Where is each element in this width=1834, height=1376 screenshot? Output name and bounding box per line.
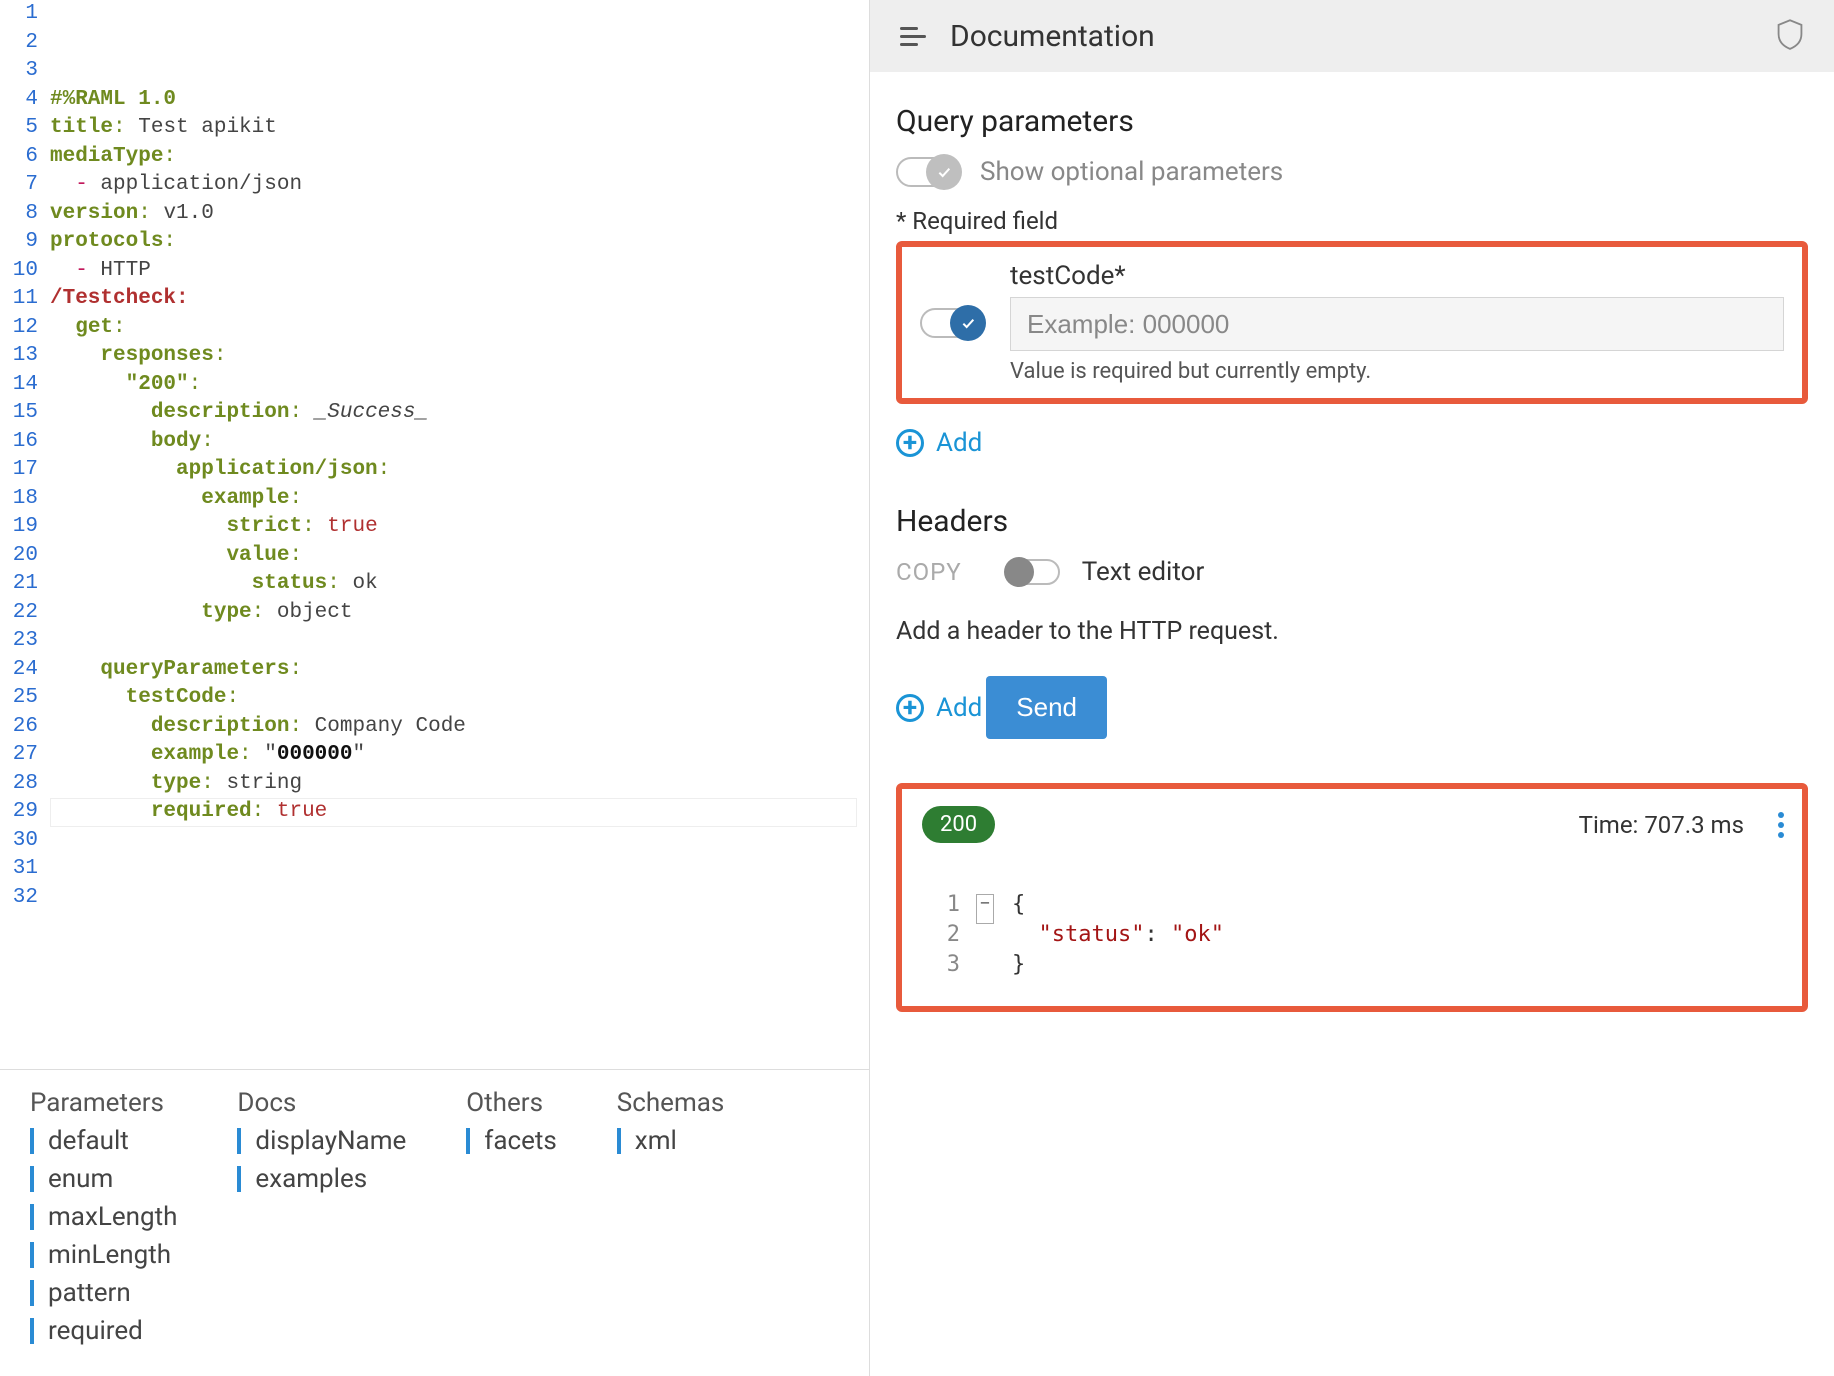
shelf-column-title: Others [466, 1088, 557, 1118]
shelf-column-title: Schemas [617, 1088, 725, 1118]
shelf-item[interactable]: minLength [30, 1240, 177, 1270]
send-button[interactable]: Send [986, 676, 1107, 739]
show-optional-toggle[interactable] [896, 157, 958, 187]
field-label: testCode* [1010, 261, 1784, 291]
shelf-item[interactable]: pattern [30, 1278, 177, 1308]
response-lines: − { "status": "ok" } [972, 892, 1224, 982]
shelf-item[interactable]: enum [30, 1164, 177, 1194]
response-time: Time: 707.3 ms [1579, 811, 1744, 839]
doc-body: Query parameters Show optional parameter… [870, 72, 1834, 1012]
field-enabled-toggle[interactable] [920, 308, 982, 338]
line-number-gutter: 1234567891011121314151617181920212223242… [0, 0, 50, 1069]
plus-icon: + [896, 694, 924, 722]
autocomplete-shelf: Parameters default enum maxLength minLength p… [0, 1069, 869, 1376]
shelf-item[interactable]: facets [466, 1126, 557, 1156]
shelf-item[interactable]: maxLength [30, 1202, 177, 1232]
headers-title: Headers [896, 504, 1808, 539]
response-body[interactable]: 123 − { "status": "ok" } [922, 892, 1782, 982]
documentation-panel: Documentation Query parameters Show opti… [870, 0, 1834, 1376]
add-label: Add [936, 693, 982, 723]
field-validation-hint: Value is required but currently empty. [1010, 359, 1784, 384]
response-line-gutter: 123 [922, 892, 972, 982]
text-editor-label: Text editor [1082, 557, 1205, 587]
menu-icon[interactable] [900, 27, 926, 46]
plus-icon: + [896, 429, 924, 457]
response-header: 200 OK Time: 707.3 ms [922, 805, 1782, 844]
response-highlight: 200 OK Time: 707.3 ms 123 − { "status": … [896, 783, 1808, 1012]
show-optional-label: Show optional parameters [980, 157, 1283, 187]
add-query-param-button[interactable]: + Add [896, 428, 982, 458]
code-editor[interactable]: 1234567891011121314151617181920212223242… [0, 0, 869, 1069]
doc-header: Documentation [870, 0, 1834, 72]
show-optional-row: Show optional parameters [896, 157, 1808, 187]
testcode-input[interactable] [1010, 297, 1784, 351]
text-editor-toggle[interactable] [1006, 559, 1060, 585]
response-menu-icon[interactable] [1778, 812, 1782, 838]
shelf-item[interactable]: examples [237, 1164, 406, 1194]
add-label: Add [936, 428, 982, 458]
required-field-note: * Required field [896, 207, 1808, 235]
shelf-column-title: Parameters [30, 1088, 177, 1118]
shield-icon[interactable] [1776, 18, 1804, 54]
headers-controls: COPY Text editor [896, 557, 1808, 587]
doc-title: Documentation [950, 19, 1752, 54]
shelf-item[interactable]: required [30, 1316, 177, 1346]
add-header-button[interactable]: + Add [896, 693, 982, 723]
code-area[interactable]: #%RAML 1.0title: Test apikitmediaType: -… [50, 0, 869, 1069]
shelf-item[interactable]: displayName [237, 1126, 406, 1156]
shelf-item[interactable]: xml [617, 1126, 725, 1156]
headers-description: Add a header to the HTTP request. [896, 617, 1808, 646]
query-params-title: Query parameters [896, 104, 1808, 139]
editor-panel: 1234567891011121314151617181920212223242… [0, 0, 870, 1376]
shelf-column-title: Docs [237, 1088, 406, 1118]
required-field-highlight: testCode* Value is required but currentl… [896, 241, 1808, 404]
fold-toggle-icon[interactable]: − [976, 894, 994, 924]
shelf-item[interactable]: default [30, 1126, 177, 1156]
copy-button[interactable]: COPY [896, 558, 962, 586]
status-code-badge: 200 [922, 806, 995, 843]
